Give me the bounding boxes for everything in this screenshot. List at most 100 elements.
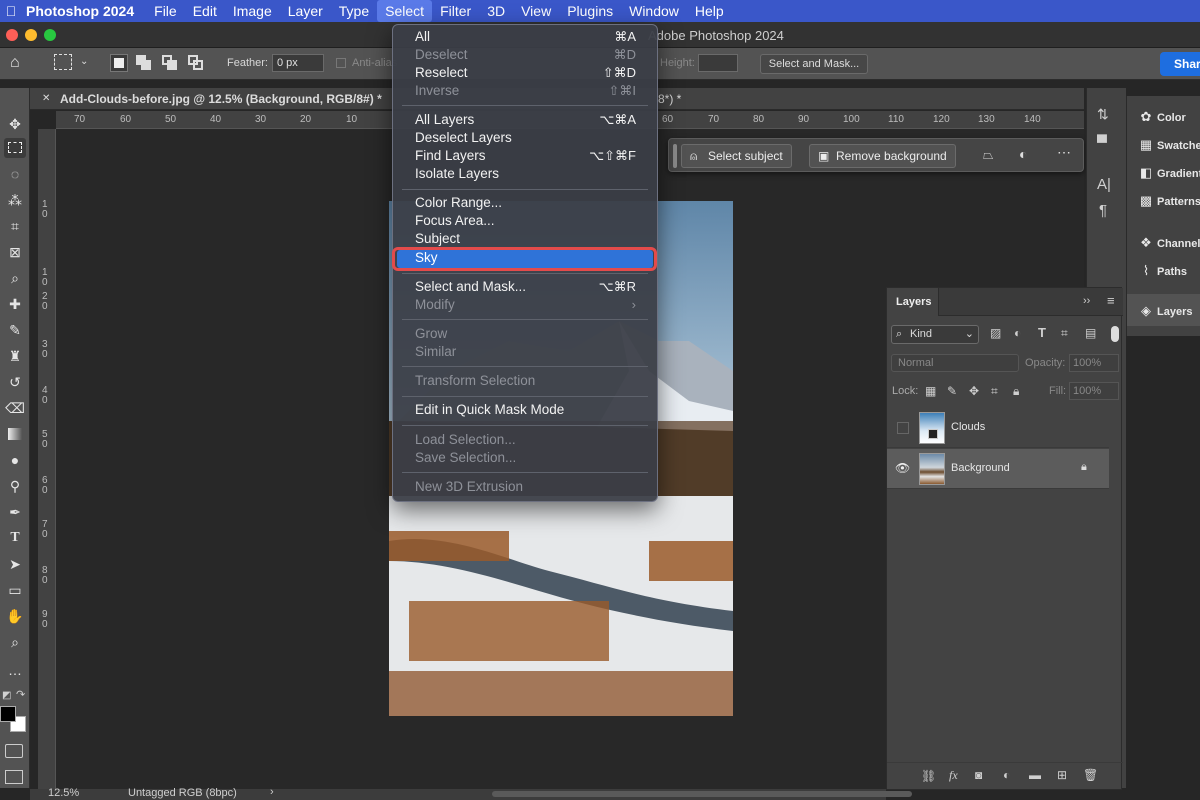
lock-position-icon[interactable]: ✥ [969, 384, 979, 398]
blur-tool-icon[interactable]: ● [4, 450, 26, 470]
app-name[interactable]: Photoshop 2024 [22, 3, 146, 19]
menu-item-reselect[interactable]: Reselect ⇧⌘D [392, 64, 658, 82]
select-and-mask-button[interactable]: Select and Mask... [760, 54, 868, 74]
fill-input[interactable]: 100% [1069, 382, 1119, 400]
menu-item-find-layers[interactable]: Find Layers ⌥⇧⌘F [392, 147, 658, 165]
antialias-checkbox[interactable] [336, 58, 346, 68]
menu-select[interactable]: Select [377, 0, 433, 22]
filter-smart-object-icon[interactable]: ▤ [1085, 326, 1096, 340]
menu-item-all-layers[interactable]: All Layers ⌥⌘A [392, 111, 658, 129]
new-selection-icon[interactable] [110, 54, 128, 72]
patterns-panel-tab[interactable]: ▩ Patterns [1135, 190, 1200, 212]
filter-toggle[interactable] [1111, 326, 1119, 342]
menu-item-select-and-mask[interactable]: Select and Mask... ⌥⌘R [392, 278, 658, 296]
collapse-panel-icon[interactable]: ›› [1083, 295, 1090, 307]
dodge-tool-icon[interactable]: ⚲ [4, 476, 26, 496]
menu-item-subject[interactable]: Subject [392, 230, 658, 248]
eye-icon[interactable]: 👁︎ [895, 461, 910, 475]
marquee-tool-preset-icon[interactable] [54, 54, 72, 70]
filter-kind-select[interactable]: ⌕ Kind ⌄ [891, 325, 979, 344]
menu-type[interactable]: Type [331, 0, 377, 22]
menu-item-quick-mask[interactable]: Edit in Quick Mask Mode [392, 401, 658, 419]
menu-layer[interactable]: Layer [280, 0, 331, 22]
rectangle-tool-icon[interactable]: ▭ [4, 580, 26, 600]
menu-item-modify[interactable]: Modify › [392, 296, 658, 314]
comments-panel-icon[interactable]: ▀ [1097, 134, 1107, 150]
menu-file[interactable]: File [146, 0, 185, 22]
minimize-window-button[interactable] [25, 29, 37, 41]
lock-image-icon[interactable]: ✎ [947, 384, 957, 398]
add-mask-icon[interactable]: ◙ [975, 768, 982, 782]
add-to-selection-icon[interactable] [136, 55, 152, 71]
intersect-selection-icon[interactable] [188, 55, 204, 71]
zoom-window-button[interactable] [44, 29, 56, 41]
eraser-tool-icon[interactable]: ⌫ [4, 398, 26, 418]
menu-item-all[interactable]: All ⌘A [392, 28, 658, 46]
opacity-input[interactable]: 100% [1069, 354, 1119, 372]
rectangular-marquee-tool-icon[interactable] [4, 138, 26, 158]
menu-edit[interactable]: Edit [185, 0, 225, 22]
blend-mode-select[interactable]: Normal [891, 354, 1019, 372]
select-subject-button[interactable]: ⍝ Select subject [681, 144, 792, 168]
layers-tab[interactable]: Layers [896, 296, 931, 308]
feather-input[interactable]: 0 px [272, 54, 324, 72]
visibility-toggle-off[interactable] [897, 422, 909, 434]
fx-icon[interactable]: fx [949, 768, 958, 783]
menu-view[interactable]: View [513, 0, 559, 22]
brush-tool-icon[interactable]: ✎ [4, 320, 26, 340]
trash-icon[interactable]: 🗑︎ [1083, 768, 1098, 782]
menu-item-deselect-layers[interactable]: Deselect Layers [392, 129, 658, 147]
menu-item-inverse[interactable]: Inverse ⇧⌘I [392, 82, 658, 100]
lock-transparent-icon[interactable]: ▦ [925, 384, 936, 398]
filter-type-icon[interactable]: T [1038, 325, 1046, 340]
menu-image[interactable]: Image [225, 0, 280, 22]
menu-item-deselect[interactable]: Deselect ⌘D [392, 46, 658, 64]
pen-tool-icon[interactable]: ✒ [4, 502, 26, 522]
quick-mask-icon[interactable] [5, 744, 23, 758]
move-tool-icon[interactable]: ✥ [4, 114, 26, 134]
layers-panel-tab[interactable]: ◈ Layers [1135, 300, 1192, 322]
color-panel-tab[interactable]: ✿ Color [1135, 106, 1186, 128]
link-layers-icon[interactable]: ⛓︎ [921, 769, 936, 783]
document-tab[interactable]: Add-Clouds-before.jpg @ 12.5% (Backgroun… [60, 88, 382, 110]
magic-wand-tool-icon[interactable]: ⁂ [4, 190, 26, 210]
history-panel-icon[interactable]: ⇅ [1097, 106, 1109, 123]
history-brush-tool-icon[interactable]: ↺ [4, 372, 26, 392]
menu-help[interactable]: Help [687, 0, 732, 22]
lock-all-icon[interactable]: 🔒︎ [1013, 384, 1019, 399]
filter-pixel-icon[interactable]: ▨ [990, 326, 1001, 340]
menu-item-load-selection[interactable]: Load Selection... [392, 431, 658, 449]
layer-name-clouds[interactable]: Clouds [951, 421, 985, 433]
menu-plugins[interactable]: Plugins [559, 0, 621, 22]
remove-background-button[interactable]: ▣ Remove background [809, 144, 956, 168]
screen-mode-icon[interactable] [5, 770, 23, 784]
channels-panel-tab[interactable]: ❖ Channels [1135, 232, 1200, 254]
menu-item-color-range[interactable]: Color Range... [392, 194, 658, 212]
menu-filter[interactable]: Filter [432, 0, 479, 22]
layer-row-background[interactable]: 👁︎ Background 🔒︎ [887, 449, 1109, 489]
foreground-color-swatch[interactable] [0, 706, 16, 722]
swatches-panel-tab[interactable]: ▦ Swatches [1135, 134, 1200, 156]
menu-item-isolate-layers[interactable]: Isolate Layers [392, 165, 658, 183]
menu-item-save-selection[interactable]: Save Selection... [392, 449, 658, 467]
drag-handle[interactable] [673, 144, 677, 168]
clone-stamp-tool-icon[interactable]: ♜ [4, 346, 26, 366]
new-adjustment-icon[interactable]: ◐ [1003, 768, 1010, 782]
gradients-panel-tab[interactable]: ◧ Gradients [1135, 162, 1200, 184]
menu-item-similar[interactable]: Similar [392, 343, 658, 361]
lock-artboard-icon[interactable]: ⌗ [991, 384, 998, 399]
apple-icon[interactable]:  [0, 3, 22, 19]
path-selection-tool-icon[interactable]: ➤ [4, 554, 26, 574]
crop-tool-icon[interactable]: ⌗ [4, 216, 26, 236]
character-panel-icon[interactable]: A| [1097, 176, 1111, 193]
more-tools-icon[interactable]: … [4, 660, 26, 680]
frame-tool-icon[interactable]: ⊠ [4, 242, 26, 262]
menu-item-focus-area[interactable]: Focus Area... [392, 212, 658, 230]
close-window-button[interactable] [6, 29, 18, 41]
more-options-icon[interactable]: ⋯ [1057, 144, 1071, 161]
zoom-level[interactable]: 12.5% [48, 787, 79, 799]
menu-3d[interactable]: 3D [479, 0, 513, 22]
filter-adjustment-icon[interactable]: ◐ [1014, 326, 1021, 340]
chevron-down-icon[interactable]: ⌄ [80, 56, 88, 67]
transform-icon[interactable]: ⏢ [983, 147, 993, 163]
